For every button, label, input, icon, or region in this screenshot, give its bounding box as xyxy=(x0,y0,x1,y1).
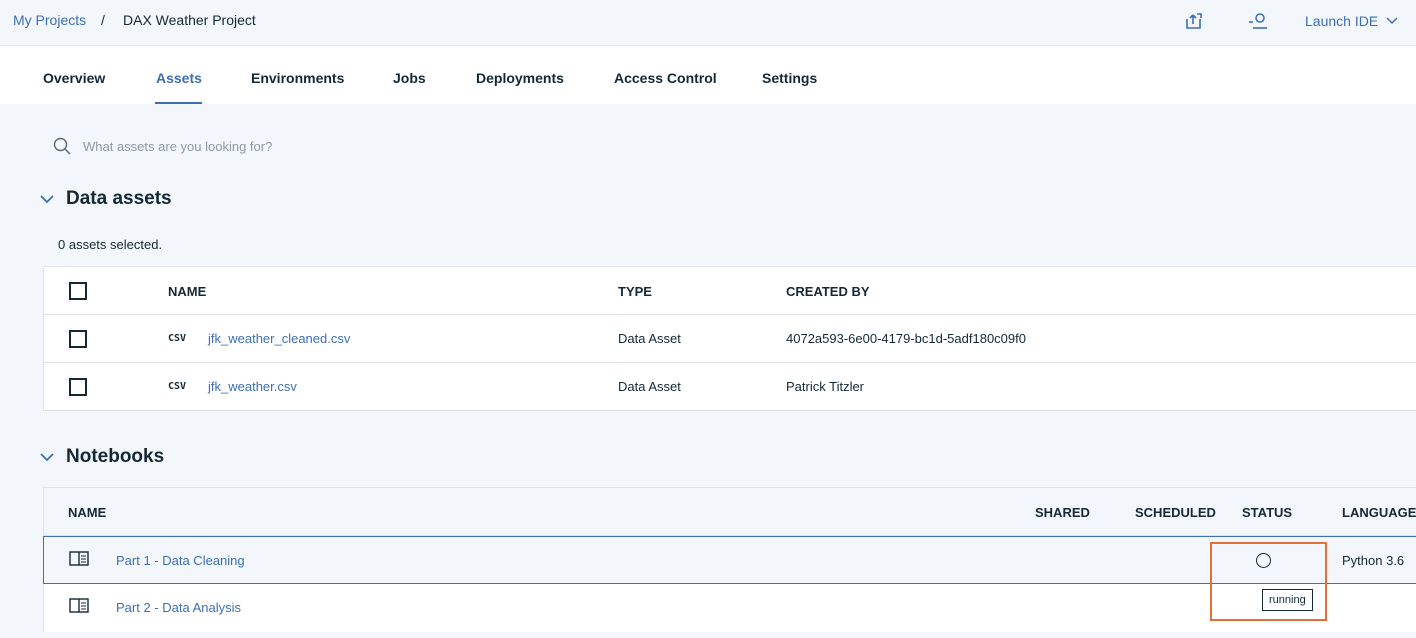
notebooks-section-header[interactable]: Notebooks xyxy=(40,446,164,468)
column-header-shared[interactable]: SHARED xyxy=(1035,505,1090,520)
select-all-checkbox[interactable] xyxy=(69,282,87,300)
asset-search[interactable]: What assets are you looking for? xyxy=(53,137,272,155)
active-tab-indicator xyxy=(155,102,202,104)
search-icon xyxy=(53,137,71,155)
column-header-status[interactable]: STATUS xyxy=(1242,505,1292,520)
asset-name-link[interactable]: jfk_weather.csv xyxy=(208,379,297,394)
tab-access-control[interactable]: Access Control xyxy=(614,70,717,86)
data-assets-title: Data assets xyxy=(66,188,172,209)
top-bar: My Projects / DAX Weather Project Launch… xyxy=(0,0,1416,46)
table-header-row: NAME TYPE CREATED BY xyxy=(44,267,1416,315)
table-header-row: NAME SHARED SCHEDULED STATUS LANGUAGE xyxy=(44,488,1416,536)
tab-overview[interactable]: Overview xyxy=(43,70,105,86)
tab-environments[interactable]: Environments xyxy=(251,70,344,86)
table-row: CSV jfk_weather_cleaned.csv Data Asset 4… xyxy=(44,315,1416,363)
selected-count: 0 assets selected. xyxy=(58,237,163,252)
column-header-language[interactable]: LANGUAGE xyxy=(1342,505,1416,520)
tab-assets[interactable]: Assets xyxy=(156,70,202,86)
asset-name-link[interactable]: jfk_weather_cleaned.csv xyxy=(208,331,350,346)
csv-file-icon: CSV xyxy=(168,333,187,344)
search-input[interactable]: What assets are you looking for? xyxy=(83,139,272,154)
tab-deployments[interactable]: Deployments xyxy=(476,70,564,86)
status-highlight-box xyxy=(1210,542,1327,621)
notebook-icon xyxy=(69,598,89,619)
column-header-scheduled[interactable]: SCHEDULED xyxy=(1135,505,1216,520)
add-collaborator-icon[interactable] xyxy=(1247,11,1267,31)
asset-type: Data Asset xyxy=(618,379,681,394)
csv-file-icon: CSV xyxy=(168,381,187,392)
row-checkbox[interactable] xyxy=(69,378,87,396)
project-tabs: Overview Assets Environments Jobs Deploy… xyxy=(0,46,1416,104)
launch-ide-button[interactable]: Launch IDE xyxy=(1305,13,1398,29)
asset-type: Data Asset xyxy=(618,331,681,346)
column-header-name[interactable]: NAME xyxy=(68,505,106,520)
column-header-type[interactable]: TYPE xyxy=(618,284,652,299)
table-row: CSV jfk_weather.csv Data Asset Patrick T… xyxy=(44,363,1416,411)
notebook-name-link[interactable]: Part 2 - Data Analysis xyxy=(116,600,241,615)
column-header-name[interactable]: NAME xyxy=(168,284,206,299)
share-icon[interactable] xyxy=(1184,11,1204,31)
chevron-down-icon xyxy=(1386,17,1398,25)
breadcrumb-my-projects[interactable]: My Projects xyxy=(13,12,86,28)
asset-created-by: 4072a593-6e00-4179-bc1d-5adf180c09f0 xyxy=(786,331,1026,346)
chevron-down-icon xyxy=(40,194,54,203)
breadcrumb-separator: / xyxy=(101,12,105,28)
column-header-created-by[interactable]: CREATED BY xyxy=(786,284,870,299)
chevron-down-icon xyxy=(40,452,54,461)
breadcrumb-current-project: DAX Weather Project xyxy=(123,12,256,28)
data-assets-section-header[interactable]: Data assets xyxy=(40,188,172,210)
data-assets-table: NAME TYPE CREATED BY CSV jfk_weather_cle… xyxy=(43,266,1416,411)
launch-ide-label: Launch IDE xyxy=(1305,13,1379,29)
notebook-name-link[interactable]: Part 1 - Data Cleaning xyxy=(116,553,245,568)
row-checkbox[interactable] xyxy=(69,330,87,348)
asset-created-by: Patrick Titzler xyxy=(786,379,865,394)
notebooks-title: Notebooks xyxy=(66,446,165,467)
tab-settings[interactable]: Settings xyxy=(762,70,817,86)
notebook-language: Python 3.6 xyxy=(1342,553,1405,568)
notebook-icon xyxy=(69,551,89,572)
tab-jobs[interactable]: Jobs xyxy=(393,70,426,86)
